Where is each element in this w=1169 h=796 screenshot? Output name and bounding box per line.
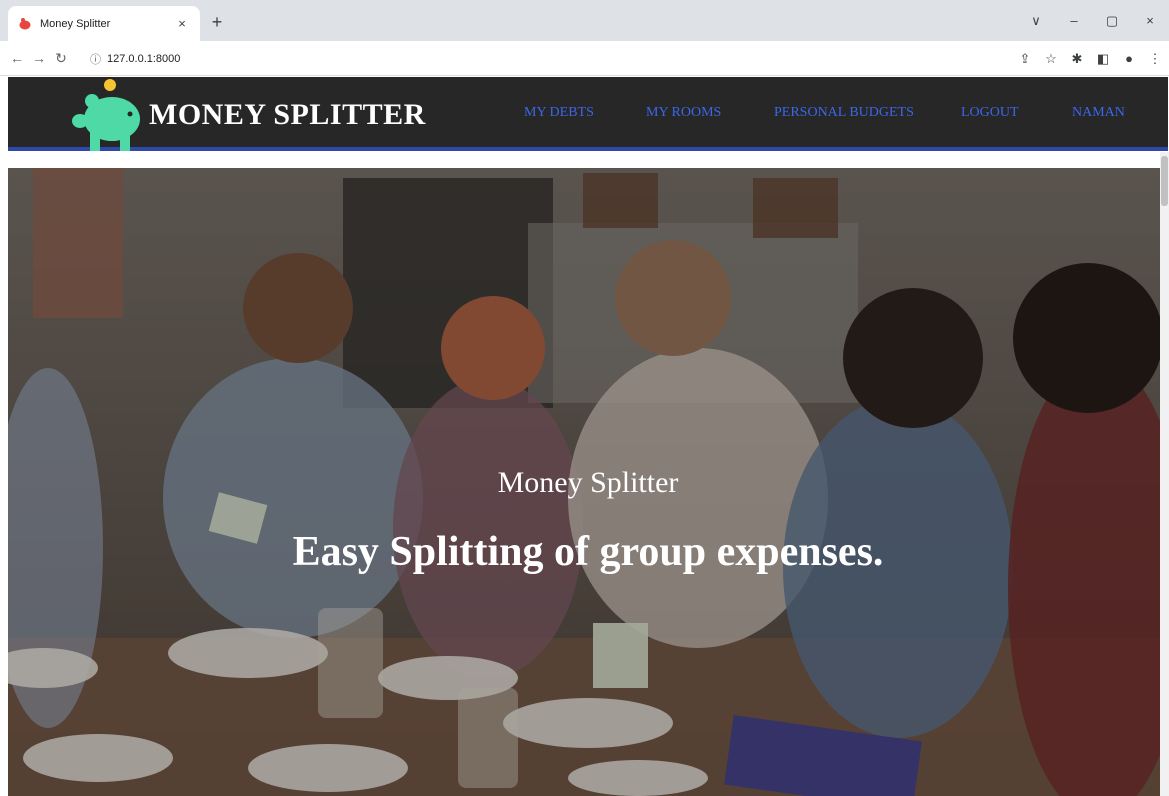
- hero-title: Easy Splitting of group expenses.: [292, 529, 884, 575]
- back-icon[interactable]: ←: [6, 50, 28, 66]
- hero-banner: Money Splitter Easy Splitting of group e…: [8, 168, 1168, 796]
- tab-close-icon[interactable]: ×: [174, 16, 190, 31]
- extensions-icon[interactable]: ✱: [1069, 51, 1085, 67]
- forward-icon[interactable]: →: [28, 50, 50, 66]
- favicon-icon: [18, 17, 32, 31]
- page-scrollbar[interactable]: [1160, 152, 1169, 796]
- bookmark-star-icon[interactable]: ☆: [1043, 51, 1059, 67]
- nav-logout[interactable]: LOGOUT: [961, 105, 1019, 121]
- tab-title: Money Splitter: [40, 17, 111, 30]
- share-icon[interactable]: ⇪: [1017, 51, 1033, 67]
- hero-subtitle: Money Splitter: [497, 466, 679, 499]
- side-panel-icon[interactable]: ◧: [1095, 51, 1111, 67]
- tab-search-icon[interactable]: ∨: [1017, 13, 1055, 29]
- info-icon[interactable]: ⓘ: [90, 51, 101, 67]
- minimize-icon[interactable]: –: [1055, 13, 1093, 28]
- menu-icon[interactable]: ⋮: [1147, 51, 1163, 67]
- browser-tab[interactable]: Money Splitter ×: [8, 6, 200, 41]
- site-header: MONEY SPLITTER MY DEBTS MY ROOMS PERSONA…: [8, 77, 1168, 151]
- brand-name[interactable]: MONEY SPLITTER: [149, 98, 426, 132]
- nav-my-debts[interactable]: MY DEBTS: [524, 105, 594, 121]
- nav-user-naman[interactable]: NAMAN: [1072, 105, 1125, 121]
- address-bar[interactable]: ⓘ 127.0.0.1:8000: [90, 46, 180, 72]
- toolbar-actions: ⇪ ☆ ✱ ◧ ● ⋮: [1017, 41, 1163, 76]
- scrollbar-thumb[interactable]: [1161, 156, 1168, 206]
- window-controls: ∨ – ▢ ×: [1017, 0, 1169, 41]
- browser-tabstrip: Money Splitter × + ∨ – ▢ ×: [0, 0, 1169, 41]
- maximize-icon[interactable]: ▢: [1093, 13, 1131, 29]
- address-text: 127.0.0.1:8000: [107, 53, 181, 65]
- new-tab-icon[interactable]: +: [206, 11, 228, 33]
- reload-icon[interactable]: ↻: [50, 50, 72, 67]
- close-window-icon[interactable]: ×: [1131, 13, 1169, 28]
- piggy-bank-logo-icon[interactable]: [70, 79, 150, 151]
- nav-personal-budgets[interactable]: PERSONAL BUDGETS: [774, 105, 914, 121]
- profile-icon[interactable]: ●: [1121, 51, 1137, 66]
- browser-toolbar: ← → ↻ ⓘ 127.0.0.1:8000 ⇪ ☆ ✱ ◧ ● ⋮: [0, 41, 1169, 76]
- nav-my-rooms[interactable]: MY ROOMS: [646, 105, 721, 121]
